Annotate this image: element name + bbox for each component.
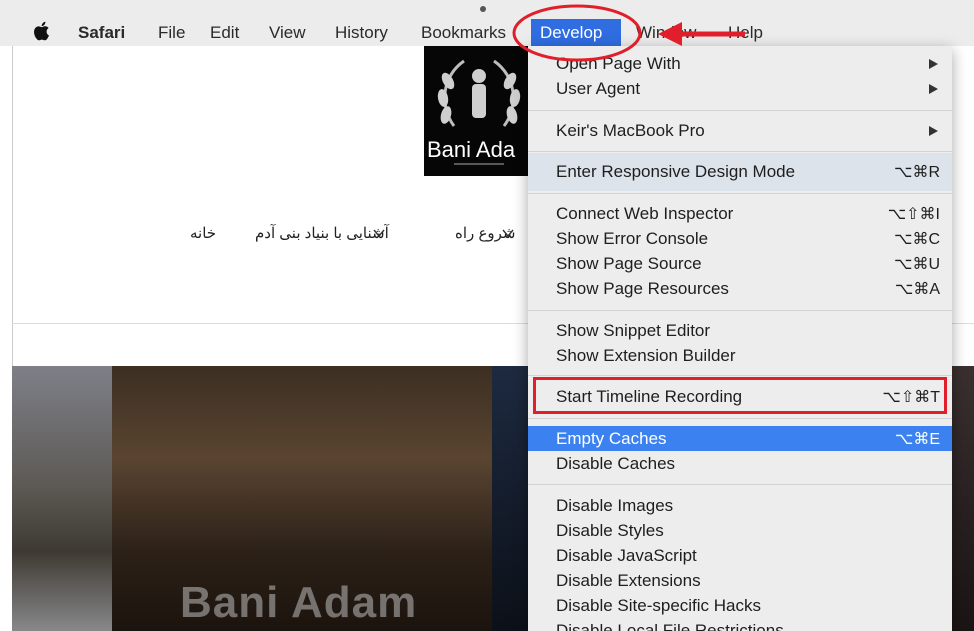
annotation-overlay [512,4,745,62]
arrow-head-icon [658,22,682,46]
timeline-highlight-annotation [533,377,947,414]
develop-circle-annotation [512,4,642,62]
